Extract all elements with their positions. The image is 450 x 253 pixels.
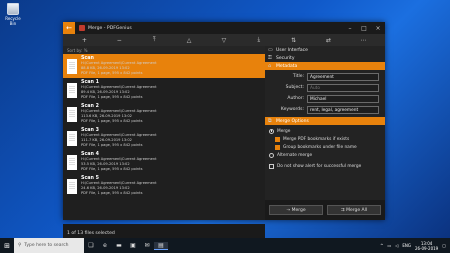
minimize-icon[interactable]: – — [343, 25, 357, 32]
radio-merge[interactable] — [269, 128, 274, 134]
file-explorer-icon[interactable]: ▬ — [112, 242, 126, 249]
pdf-thumbnail — [67, 154, 77, 170]
move-top-icon[interactable]: ⤒ — [148, 36, 160, 44]
group-checkbox[interactable]: Group bookmarks under file name — [265, 143, 385, 151]
display-icon: ▭ — [268, 47, 273, 53]
title-row: Title: Agreement — [265, 72, 385, 81]
merge-button[interactable]: ⇢ Merge — [269, 205, 323, 215]
file-list: Scan H:\Current Agreement\Current Agreeme… — [63, 54, 265, 198]
file-info: PDF File, 1 page, 595 x 842 points — [81, 191, 143, 195]
file-panel: Sort by: % Scan H:\Current Agreement\Curr… — [63, 46, 265, 244]
swap-icon[interactable]: ⇄ — [323, 37, 335, 44]
close-icon[interactable]: × — [371, 25, 385, 32]
volume-icon[interactable]: ◁ — [395, 243, 398, 248]
network-icon[interactable]: ▭ — [387, 243, 391, 248]
search-icon: ⚲ — [18, 243, 22, 248]
sort-label[interactable]: Sort by: % — [63, 46, 265, 54]
merge-icon: ⧉ — [268, 118, 272, 124]
move-up-icon[interactable]: △ — [183, 37, 195, 44]
section-security[interactable]: ⚿ Security — [265, 54, 385, 62]
language-indicator[interactable]: ENG — [402, 243, 411, 248]
check-no-alert[interactable] — [269, 163, 274, 169]
section-metadata[interactable]: ⌂ Metadata — [265, 62, 385, 70]
file-info: PDF File, 1 page, 595 x 842 points — [81, 167, 143, 171]
window-title: Merge - PDFGenius — [88, 25, 132, 31]
author-label: Author: — [287, 96, 304, 101]
list-item[interactable]: Scan H:\Current Agreement\Current Agreeme… — [63, 54, 265, 78]
list-item[interactable]: Scan 3 H:\Current Agreement\Current Agree… — [63, 126, 265, 150]
check-bookmarks[interactable] — [275, 136, 280, 142]
merge-all-button[interactable]: ⇉ Merge All — [327, 205, 381, 215]
back-button[interactable]: ← — [63, 22, 75, 34]
maximize-icon[interactable]: □ — [357, 25, 371, 32]
pdf-app-taskbar-icon[interactable]: ▤ — [154, 241, 168, 250]
task-view-icon[interactable]: ❏ — [84, 242, 98, 249]
bookmarks-checkbox[interactable]: Merge PDF bookmarks if exists — [265, 135, 385, 143]
radio-alternate[interactable] — [269, 152, 274, 158]
file-info: PDF File, 1 page, 595 x 842 points — [81, 119, 143, 123]
taskbar: ⊞ ⚲ Type here to search ❏ e ▬ ▣ ✉ ▤ ^ ▭ … — [0, 238, 450, 253]
check-group[interactable] — [275, 144, 280, 150]
recycle-bin-shortcut[interactable]: Recycle Bin — [3, 3, 23, 26]
author-field[interactable]: Michael — [307, 94, 379, 103]
edge-icon[interactable]: e — [98, 242, 112, 249]
clock[interactable]: 13:04 26-09-2019 — [415, 241, 438, 251]
windows-start-icon[interactable]: ⊞ — [0, 242, 14, 250]
title-field[interactable]: Agreement — [307, 72, 379, 81]
subject-label: Subject: — [285, 85, 304, 90]
subject-row: Subject: Auto — [265, 83, 385, 92]
keywords-label: Keywords: — [280, 107, 304, 112]
list-item[interactable]: Scan 1 H:\Current Agreement\Current Agree… — [63, 78, 265, 102]
more-icon[interactable]: ⋯ — [357, 37, 369, 44]
notification-icon[interactable]: ▢ — [442, 243, 446, 248]
add-icon[interactable]: + — [78, 37, 90, 44]
action-bar: ⇢ Merge ⇉ Merge All — [265, 200, 385, 220]
file-info: PDF File, 1 page, 595 x 842 points — [81, 95, 143, 99]
pdf-thumbnail — [67, 58, 77, 74]
alternate-radio[interactable]: Alternate merge — [265, 151, 385, 159]
merge-radio[interactable]: Merge — [265, 127, 385, 135]
remove-icon[interactable]: − — [113, 37, 125, 44]
author-row: Author: Michael — [265, 94, 385, 103]
mail-icon[interactable]: ✉ — [140, 242, 154, 249]
pdf-thumbnail — [67, 178, 77, 194]
no-alert-checkbox[interactable]: Do not show alert for successful merge — [265, 162, 385, 170]
list-item[interactable]: Scan 5 H:\Current Agreement\Current Agree… — [63, 174, 265, 198]
system-tray: ^ ▭ ◁ ENG 13:04 26-09-2019 ▢ — [380, 241, 450, 251]
pdf-thumbnail — [67, 82, 77, 98]
pdf-thumbnail — [67, 130, 77, 146]
tag-icon: ⌂ — [268, 63, 272, 69]
recycle-bin-icon — [7, 3, 19, 15]
list-item[interactable]: Scan 2 H:\Current Agreement\Current Agree… — [63, 102, 265, 126]
section-merge-options[interactable]: ⧉ Merge Options — [265, 117, 385, 125]
app-icon — [79, 25, 85, 31]
list-item[interactable]: Scan 4 H:\Current Agreement\Current Agree… — [63, 150, 265, 174]
subject-field[interactable]: Auto — [307, 83, 379, 92]
title-label: Title: — [292, 74, 304, 79]
move-down-icon[interactable]: ▽ — [218, 37, 230, 44]
keywords-row: Keywords: rent, legal, agreement — [265, 105, 385, 114]
file-info: PDF File, 1 page, 595 x 842 points — [81, 143, 143, 147]
store-icon[interactable]: ▣ — [126, 242, 140, 249]
lock-icon: ⚿ — [268, 55, 272, 61]
title-bar: ← Merge - PDFGenius – □ × — [63, 22, 385, 34]
app-window: ← Merge - PDFGenius – □ × + − ⤒ △ ▽ ⤓ ⇅ … — [63, 22, 385, 244]
search-box[interactable]: ⚲ Type here to search — [14, 238, 84, 253]
pdf-thumbnail — [67, 106, 77, 122]
options-panel: ▭ User Interface ⚿ Security ⌂ Metadata T… — [265, 46, 385, 200]
section-user-interface[interactable]: ▭ User Interface — [265, 46, 385, 54]
keywords-field[interactable]: rent, legal, agreement — [307, 105, 379, 114]
toolbar: + − ⤒ △ ▽ ⤓ ⇅ ⇄ ⋯ — [63, 34, 385, 46]
sort-icon[interactable]: ⇅ — [288, 37, 300, 44]
chevron-up-icon[interactable]: ^ — [380, 243, 383, 248]
move-bottom-icon[interactable]: ⤓ — [253, 36, 265, 44]
recycle-bin-label: Recycle Bin — [5, 16, 21, 26]
file-info: PDF File, 1 page, 595 x 842 points — [81, 71, 143, 75]
